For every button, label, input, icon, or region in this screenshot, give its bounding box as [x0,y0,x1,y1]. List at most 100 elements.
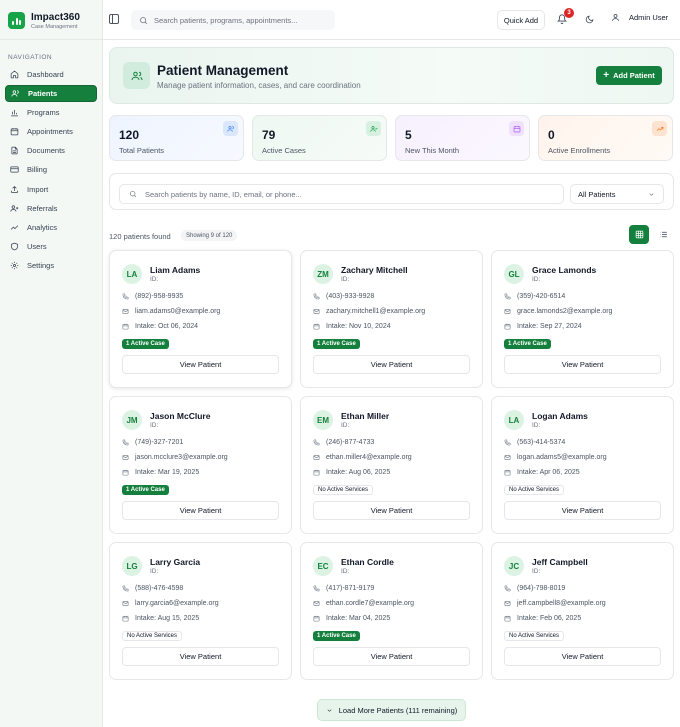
status-badge: 1 Active Case [313,339,360,349]
phone-icon [504,439,511,446]
view-patient-button[interactable]: View Patient [313,501,470,520]
sidebar-item-label: Settings [27,260,55,270]
filter-select-value: All Patients [578,189,616,199]
view-patient-button[interactable]: View Patient [122,501,279,520]
users-icon [11,90,19,97]
sidebar-item-patients[interactable]: Patients [5,85,97,103]
intake-text: Intake: Apr 06, 2025 [517,469,580,476]
patient-phone: (563)-414-5374 [504,439,565,446]
avatar: JC [504,556,524,576]
patient-intake: Intake: Mar 19, 2025 [122,469,199,476]
mail-icon [313,601,320,606]
intake-text: Intake: Aug 06, 2025 [326,469,391,476]
sidebar-item-referrals[interactable]: Referrals [5,200,97,217]
sidebar-item-dashboard[interactable]: Dashboard [5,66,97,83]
email-text: liam.adams0@example.org [135,308,221,315]
quick-add-button[interactable]: Quick Add [497,10,545,30]
sidebar-item-label: Billing [27,165,48,175]
patient-name[interactable]: Jeff Campbell [532,557,588,567]
brand[interactable]: Impact360 Case Management [0,0,102,40]
page-title: Patient Management [157,63,289,78]
intake-text: Intake: Aug 15, 2025 [135,615,200,622]
sidebar-item-programs[interactable]: Programs [5,104,97,121]
patient-name[interactable]: Ethan Cordle [341,557,394,567]
view-patient-button[interactable]: View Patient [313,355,470,374]
sidebar-item-settings[interactable]: Settings [5,257,97,274]
patient-name[interactable]: Liam Adams [150,265,200,275]
shield-icon [11,242,18,251]
patient-name[interactable]: Grace Lamonds [532,265,596,275]
load-more-button[interactable]: Load More Patients (111 remaining) [317,699,466,721]
view-patient-button[interactable]: View Patient [504,355,661,374]
patient-phone: (964)-798-8019 [504,585,565,592]
patient-card[interactable]: JC Jeff Campbell ID: (964)-798-8019 jeff.cam… [491,542,674,680]
grid-view-button[interactable] [629,225,649,244]
user-icon [612,14,619,21]
search-icon [130,191,137,198]
user-plus-icon [10,204,19,212]
email-text: ethan.cordle7@example.org [326,600,415,607]
patient-name[interactable]: Logan Adams [532,411,588,421]
patient-card[interactable]: EC Ethan Cordle ID: (417)-871-9179 ethan.cor… [300,542,483,680]
patient-card[interactable]: JM Jason McClure ID: (749)-327-7201 jason.mc… [109,396,292,534]
patient-card[interactable]: LA Liam Adams ID: (892)-958-9935 liam.adams0… [109,250,292,388]
avatar: EC [313,556,333,576]
patient-id: ID: [341,422,350,429]
page-subtitle: Manage patient information, cases, and c… [157,81,361,90]
patient-id: ID: [341,568,350,575]
calendar-icon [313,615,320,622]
sidebar-item-documents[interactable]: Documents [5,142,97,159]
list-view-button[interactable] [654,225,672,244]
patient-card[interactable]: EM Ethan Miller ID: (246)-877-4733 ethan.mil… [300,396,483,534]
patient-name[interactable]: Zachary Mitchell [341,265,408,275]
theme-toggle[interactable] [585,15,594,26]
patient-name[interactable]: Ethan Miller [341,411,389,421]
view-patient-button[interactable]: View Patient [504,647,661,666]
main-content: Patient Management Manage patient inform… [103,40,680,727]
patient-card[interactable]: GL Grace Lamonds ID: (359)-420-6514 grace.la… [491,250,674,388]
mail-icon [504,455,511,460]
stat-value: 120 [119,128,140,142]
sidebar-item-billing[interactable]: Billing [5,161,97,178]
add-patient-button[interactable]: + Add Patient [596,66,662,85]
calendar-icon [122,323,129,330]
status-badge: 1 Active Case [504,339,551,349]
sidebar-nav: Dashboard Patients Programs Appointments Doc… [0,66,102,274]
patient-card[interactable]: LA Logan Adams ID: (563)-414-5374 logan.adam… [491,396,674,534]
trend-icon [10,225,19,230]
phone-icon [313,293,320,300]
plus-icon: + [603,69,610,81]
view-patient-button[interactable]: View Patient [122,647,279,666]
list-icon [659,231,667,238]
global-search-input[interactable] [154,15,324,25]
sidebar-item-analytics[interactable]: Analytics [5,219,97,236]
email-text: zachary.mitchell1@example.org [326,308,426,315]
patient-search-input[interactable] [145,189,545,199]
global-search[interactable] [131,10,335,30]
phone-text: (892)-958-9935 [135,293,184,300]
avatar: GL [504,264,524,284]
stat-new-this-month: 5 New This Month [395,115,530,161]
patient-name[interactable]: Jason McClure [150,411,210,421]
patient-email: jeff.campbell8@example.org [504,600,606,607]
patient-card[interactable]: ZM Zachary Mitchell ID: (403)-933-9928 zacha… [300,250,483,388]
users-stat-icon [223,121,238,136]
patient-search[interactable] [119,184,564,204]
calendar-icon [504,615,511,622]
patient-email: ethan.cordle7@example.org [313,600,414,607]
view-patient-button[interactable]: View Patient [504,501,661,520]
patient-filter-select[interactable]: All Patients [570,184,664,204]
view-patient-button[interactable]: View Patient [313,647,470,666]
view-patient-button[interactable]: View Patient [122,355,279,374]
patient-phone: (588)-476-4598 [122,585,183,592]
sidebar-item-import[interactable]: Import [5,181,97,198]
sidebar-item-appointments[interactable]: Appointments [5,123,97,140]
user-menu[interactable]: Admin User [611,13,668,22]
patient-id: ID: [150,422,159,429]
patient-name[interactable]: Larry Garcia [150,557,200,567]
patient-card[interactable]: LG Larry Garcia ID: (588)-476-4598 larry.gar… [109,542,292,680]
sidebar-item-users[interactable]: Users [5,238,97,255]
sidebar-toggle-icon[interactable] [109,14,119,24]
phone-icon [504,293,511,300]
email-text: larry.garcia6@example.org [135,600,219,607]
